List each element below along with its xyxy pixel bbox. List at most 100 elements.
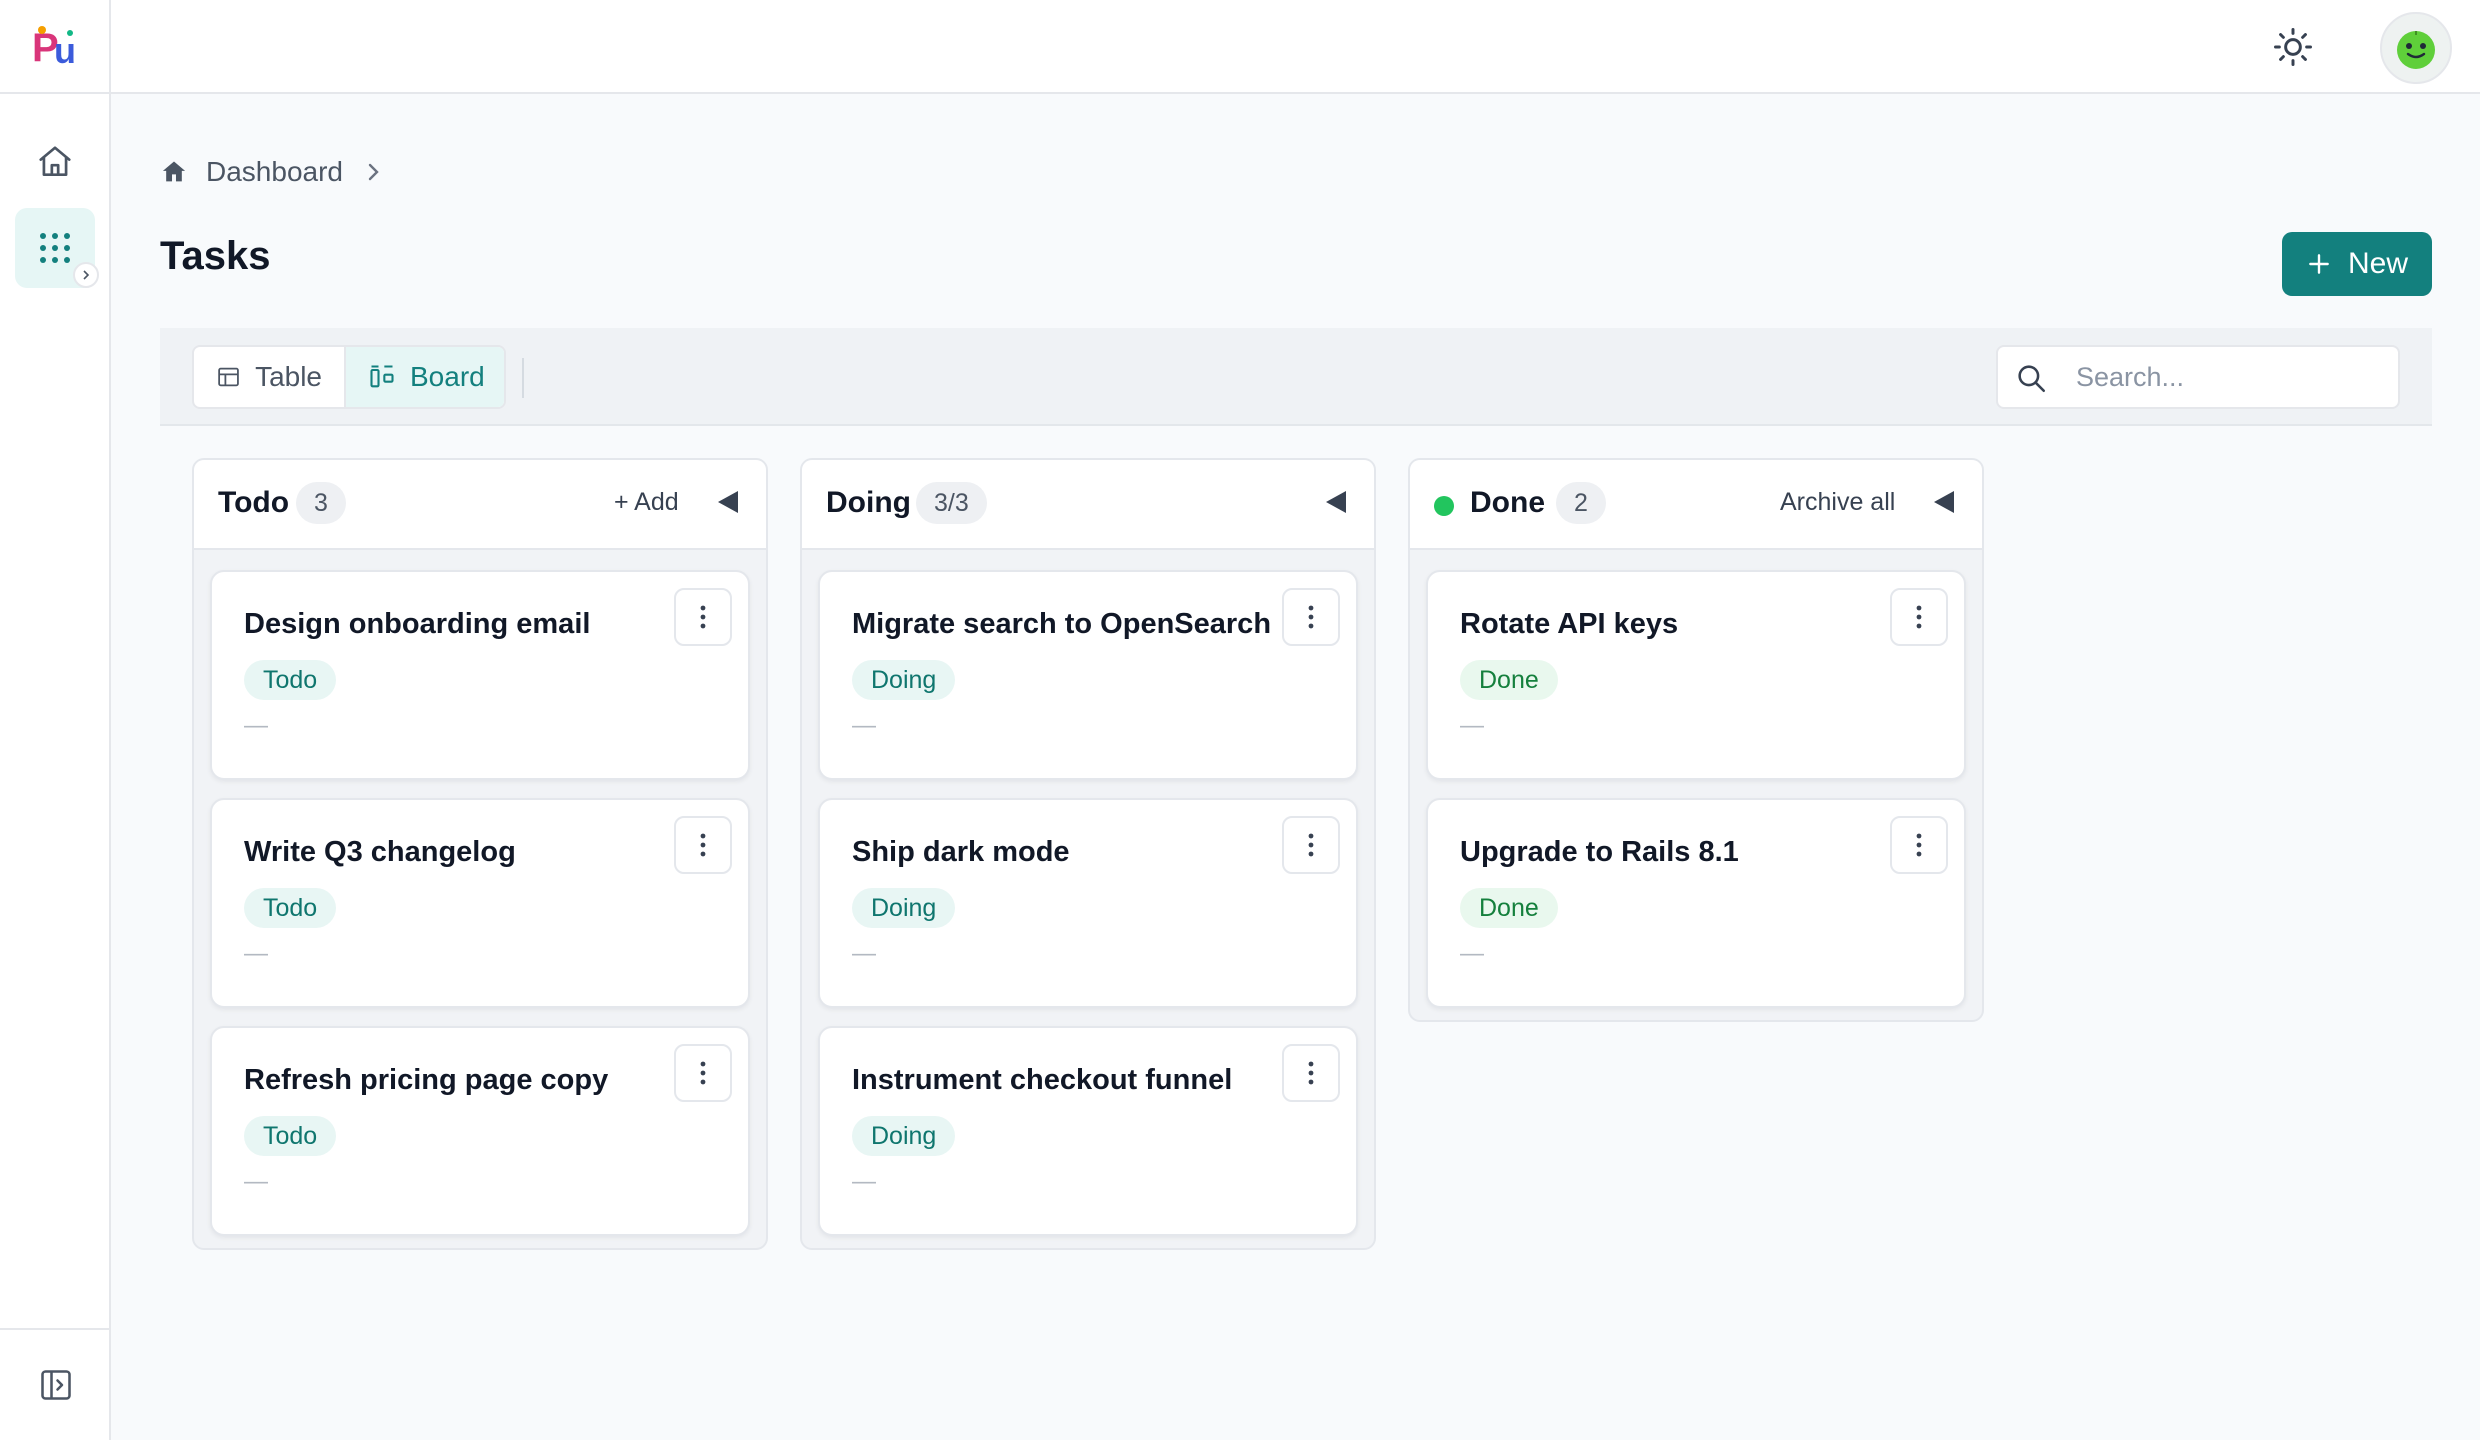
view-toggle: Table Board	[192, 345, 506, 409]
column-header: Doing 3/3	[802, 460, 1374, 550]
board-icon	[370, 365, 394, 388]
nav-home-button[interactable]	[15, 122, 95, 202]
column-done: Done 2 Archive all Rotate API keys Done …	[1408, 458, 1984, 1022]
card-meta: —	[852, 1168, 876, 1195]
card-menu-button[interactable]	[674, 1044, 732, 1102]
sidebar-expand-icon	[40, 1370, 71, 1400]
task-card[interactable]: Rotate API keys Done —	[1426, 570, 1966, 780]
view-board-label: Board	[410, 361, 485, 392]
more-vertical-icon	[1916, 605, 1922, 629]
card-title: Refresh pricing page copy	[244, 1064, 609, 1096]
column-header: Done 2 Archive all	[1410, 460, 1982, 550]
status-badge: Doing	[852, 888, 956, 928]
collapse-column-icon[interactable]	[1326, 491, 1346, 513]
toolbar-divider	[522, 358, 524, 398]
search-box[interactable]	[1996, 345, 2400, 409]
task-card[interactable]: Ship dark mode Doing —	[818, 798, 1358, 1008]
view-table-button[interactable]: Table	[194, 347, 346, 407]
card-meta: —	[244, 1168, 268, 1195]
task-card[interactable]: Upgrade to Rails 8.1 Done —	[1426, 798, 1966, 1008]
top-bar	[111, 0, 2480, 94]
nav-apps-button[interactable]	[15, 208, 99, 288]
column-header: Todo 3 + Add	[194, 460, 766, 550]
status-badge: Todo	[244, 660, 337, 700]
view-board-button[interactable]: Board	[346, 347, 504, 407]
collapse-column-icon[interactable]	[718, 491, 738, 513]
task-card[interactable]: Instrument checkout funnel Doing —	[818, 1026, 1358, 1236]
breadcrumb-dashboard-link[interactable]: Dashboard	[206, 156, 343, 188]
done-status-dot	[1434, 496, 1454, 516]
search-icon	[2018, 365, 2046, 393]
card-meta: —	[244, 940, 268, 967]
svg-text:u: u	[54, 30, 76, 69]
more-vertical-icon	[1308, 1061, 1314, 1085]
home-icon	[39, 146, 71, 177]
board-toolbar: Table Board	[160, 328, 2432, 426]
more-vertical-icon	[700, 833, 706, 857]
table-icon	[218, 367, 239, 387]
new-task-button[interactable]: New	[2282, 232, 2432, 296]
search-input[interactable]	[2076, 355, 2386, 399]
collapse-column-icon[interactable]	[1934, 491, 1954, 513]
card-title: Ship dark mode	[852, 836, 1070, 868]
logo-icon: P u	[32, 26, 76, 69]
card-meta: —	[244, 712, 268, 739]
card-meta: —	[852, 940, 876, 967]
sidebar-toggle-button[interactable]	[0, 1328, 111, 1440]
more-vertical-icon	[700, 1061, 706, 1085]
more-vertical-icon	[1308, 833, 1314, 857]
avatar-image	[2397, 31, 2435, 69]
more-vertical-icon	[1916, 833, 1922, 857]
card-menu-button[interactable]	[674, 816, 732, 874]
add-card-button[interactable]: + Add	[614, 488, 679, 517]
status-badge: Done	[1460, 888, 1558, 928]
card-meta: —	[1460, 712, 1484, 739]
submenu-chevron-icon[interactable]	[73, 262, 99, 288]
chevron-right-icon	[368, 163, 379, 181]
column-count: 2	[1556, 482, 1606, 524]
home-icon[interactable]	[160, 158, 188, 186]
status-badge: Done	[1460, 660, 1558, 700]
task-card[interactable]: Migrate search to OpenSearch Doing —	[818, 570, 1358, 780]
card-title: Write Q3 changelog	[244, 836, 516, 868]
card-menu-button[interactable]	[1282, 1044, 1340, 1102]
card-title: Migrate search to OpenSearch	[852, 608, 1272, 640]
card-menu-button[interactable]	[1890, 816, 1948, 874]
task-card[interactable]: Refresh pricing page copy Todo —	[210, 1026, 750, 1236]
breadcrumb: Dashboard	[160, 152, 385, 192]
archive-all-button[interactable]: Archive all	[1780, 488, 1895, 517]
column-todo: Todo 3 + Add Design onboarding email Tod…	[192, 458, 768, 1250]
app-root: P u Dashboard Tasks New Table Board Sear…	[0, 0, 2480, 1440]
more-vertical-icon	[700, 605, 706, 629]
column-title: Done	[1470, 486, 1545, 519]
status-badge: Doing	[852, 1116, 956, 1156]
task-card[interactable]: Design onboarding email Todo —	[210, 570, 750, 780]
new-button-label: New	[2347, 247, 2408, 280]
card-menu-button[interactable]	[1282, 816, 1340, 874]
more-vertical-icon	[1308, 605, 1314, 629]
column-title: Todo	[218, 486, 290, 519]
user-avatar[interactable]	[2380, 12, 2452, 84]
app-logo[interactable]: P u	[0, 0, 111, 94]
card-menu-button[interactable]	[674, 588, 732, 646]
column-count: 3	[296, 482, 346, 524]
column-doing: Doing 3/3 Migrate search to OpenSearch D…	[800, 458, 1376, 1250]
card-title: Instrument checkout funnel	[852, 1064, 1233, 1096]
theme-toggle-button[interactable]	[2268, 22, 2318, 72]
card-menu-button[interactable]	[1890, 588, 1948, 646]
status-badge: Todo	[244, 888, 337, 928]
card-meta: —	[852, 712, 876, 739]
column-count: 3/3	[916, 482, 987, 524]
card-title: Rotate API keys	[1460, 608, 1679, 640]
task-card[interactable]: Write Q3 changelog Todo —	[210, 798, 750, 1008]
apps-grid-icon	[40, 233, 70, 263]
column-title: Doing	[826, 486, 911, 519]
status-badge: Doing	[852, 660, 956, 700]
status-badge: Todo	[244, 1116, 337, 1156]
card-title: Upgrade to Rails 8.1	[1460, 836, 1739, 868]
plus-icon	[2309, 254, 2329, 274]
page-title: Tasks	[160, 234, 271, 278]
card-meta: —	[1460, 940, 1484, 967]
sun-icon	[2274, 28, 2312, 66]
card-menu-button[interactable]	[1282, 588, 1340, 646]
